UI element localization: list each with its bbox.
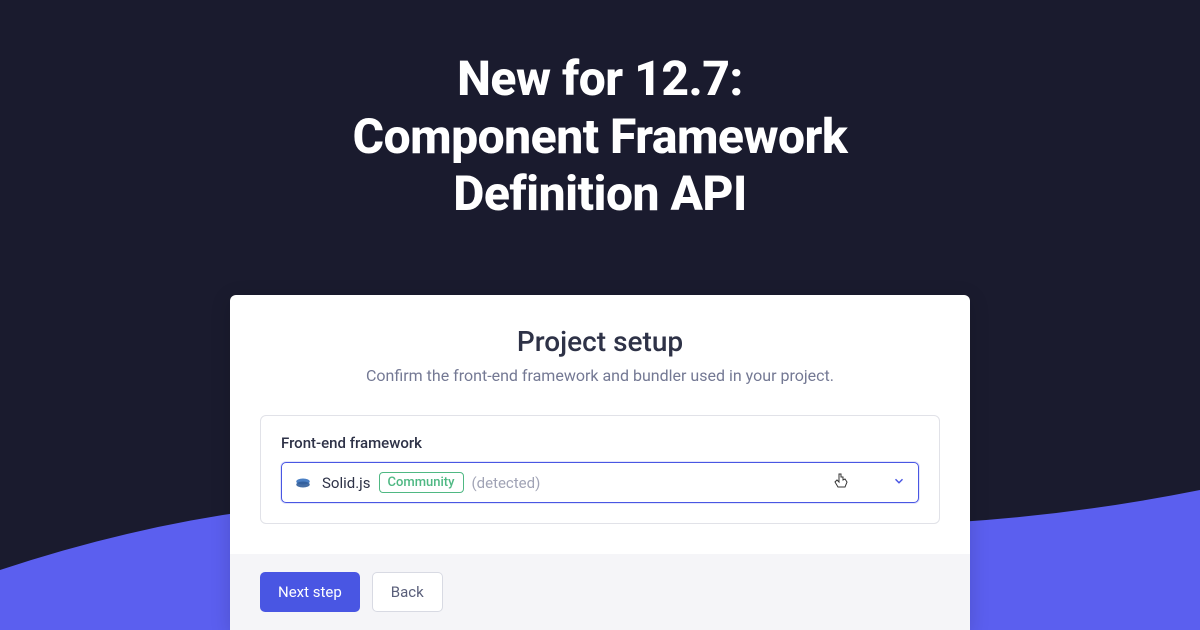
card-subtitle: Confirm the front-end framework and bund… xyxy=(230,366,970,385)
hero-line-2: Component Framework xyxy=(353,108,848,165)
chevron-down-icon xyxy=(892,473,906,492)
detected-label: (detected) xyxy=(472,474,541,492)
framework-select[interactable]: Solid.js Community (detected) xyxy=(281,462,919,503)
community-badge: Community xyxy=(379,472,464,493)
hero-title: New for 12.7: Component Framework Defini… xyxy=(0,0,1200,223)
solidjs-icon xyxy=(294,474,312,492)
framework-field-label: Front-end framework xyxy=(281,434,919,452)
hero-line-1: New for 12.7: xyxy=(457,50,743,107)
framework-selected-name: Solid.js xyxy=(322,474,371,492)
card-title: Project setup xyxy=(230,325,970,358)
next-step-button[interactable]: Next step xyxy=(260,572,360,612)
hero-line-3: Definition API xyxy=(453,165,747,222)
framework-field-section: Front-end framework Solid.js Community (… xyxy=(260,415,940,524)
cursor-pointer-icon xyxy=(834,472,850,494)
setup-card: Project setup Confirm the front-end fram… xyxy=(230,295,970,630)
card-footer: Next step Back xyxy=(230,554,970,630)
back-button[interactable]: Back xyxy=(372,572,443,612)
